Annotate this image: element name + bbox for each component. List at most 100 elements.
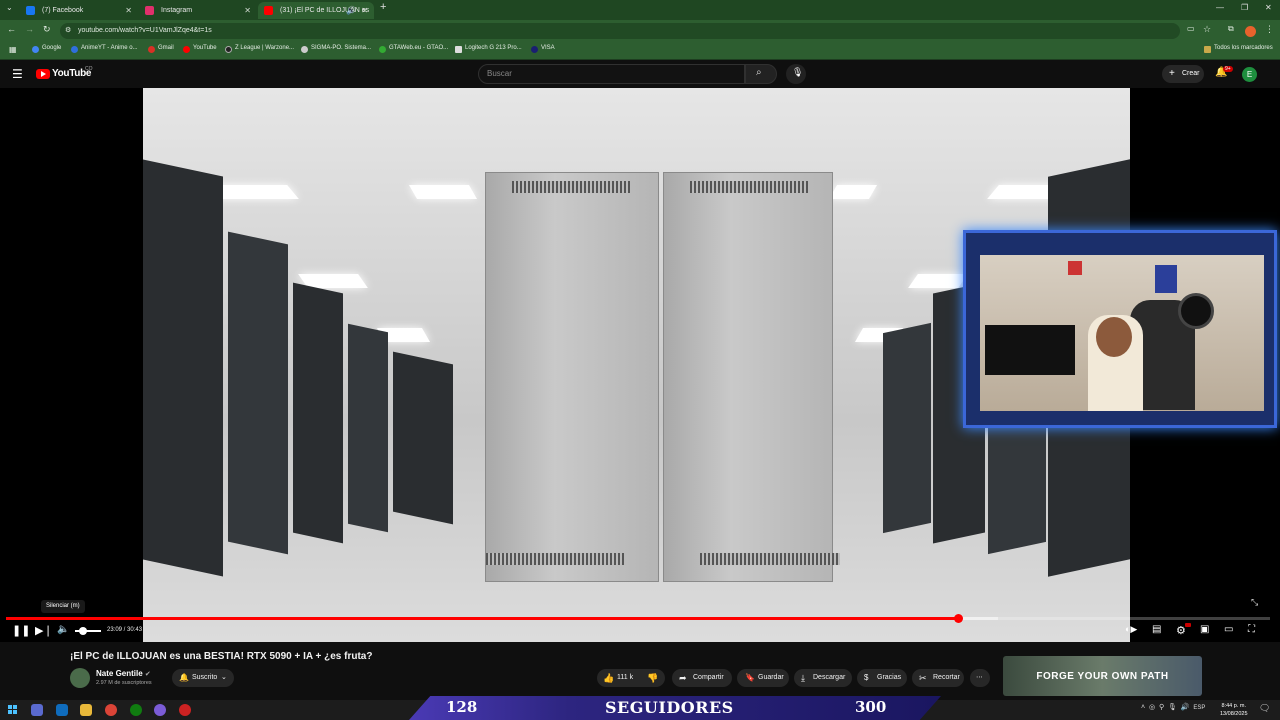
bookmark-zleague[interactable]: Z League | Warzone... bbox=[225, 45, 294, 53]
usb-icon[interactable]: ⚲ bbox=[1159, 704, 1164, 711]
channel-name[interactable]: Nate Gentile ✔ bbox=[96, 669, 151, 678]
subtitles-icon[interactable]: ▤ bbox=[1152, 624, 1161, 635]
chrome-icon[interactable] bbox=[105, 704, 117, 716]
more-actions-button[interactable]: ⋯ bbox=[970, 669, 990, 687]
game-launcher-icon[interactable] bbox=[179, 704, 191, 716]
tray-chevron-icon[interactable]: ˄ bbox=[1141, 704, 1145, 711]
person-head bbox=[1096, 317, 1132, 357]
windows-start-icon[interactable] bbox=[7, 704, 19, 716]
sidebar-ad-banner[interactable]: FORGE YOUR OWN PATH bbox=[1003, 656, 1202, 696]
save-button[interactable]: 🔖 Guardar bbox=[737, 669, 789, 687]
progress-scrubber[interactable] bbox=[953, 614, 963, 623]
close-icon[interactable]: ✕ bbox=[361, 2, 368, 19]
tab-youtube[interactable]: (31) ¡El PC de ILLOJUAN es 🔊 ✕ bbox=[258, 2, 374, 19]
bookmark-visa[interactable]: VISA bbox=[531, 45, 555, 53]
thumbs-down-icon[interactable]: 👎 bbox=[647, 669, 658, 687]
outlook-icon[interactable] bbox=[56, 704, 68, 716]
progress-buffered bbox=[957, 617, 999, 620]
back-icon[interactable]: ← bbox=[7, 24, 16, 34]
calendar-app-icon[interactable] bbox=[31, 704, 43, 716]
autoplay-toggle[interactable]: ◐▶ bbox=[1125, 624, 1137, 635]
all-bookmarks[interactable]: Todos los marcadores bbox=[1204, 45, 1273, 53]
close-icon[interactable]: ✕ bbox=[244, 2, 251, 19]
bookmark-star-icon[interactable]: ☆ bbox=[1203, 24, 1211, 35]
hamburger-menu-icon[interactable]: ☰ bbox=[12, 67, 23, 81]
bookmark-sigma[interactable]: SIGMA-PO. Sistema... bbox=[301, 45, 371, 53]
server-rack-left bbox=[348, 323, 388, 533]
start-tile bbox=[13, 710, 17, 714]
create-button[interactable]: + Crear bbox=[1162, 65, 1204, 83]
clock-time: 8:44 p. m. bbox=[1221, 703, 1246, 709]
fullscreen-icon[interactable]: ⛶ bbox=[1248, 624, 1255, 635]
volume-slider[interactable] bbox=[75, 627, 101, 635]
new-tab-button[interactable]: + bbox=[380, 1, 386, 13]
notification-center-icon[interactable]: 🗨 bbox=[1259, 703, 1270, 714]
gmail-icon bbox=[148, 46, 155, 53]
progress-bar[interactable] bbox=[6, 614, 1270, 623]
forward-icon[interactable]: → bbox=[25, 24, 34, 34]
maximize-icon[interactable]: ❐ bbox=[1241, 3, 1248, 12]
share-icon: ➦ bbox=[679, 673, 687, 683]
ceiling-light bbox=[408, 185, 478, 199]
bookmark-label: Gmail bbox=[158, 45, 174, 51]
bookmark-gtaweb[interactable]: GTAWeb.eu - GTAO... bbox=[379, 45, 449, 53]
bookmark-animeyt[interactable]: AnimeYT - Anime o... bbox=[71, 45, 138, 53]
search-button[interactable]: ⌕ bbox=[745, 64, 777, 84]
webcam-feed bbox=[980, 255, 1264, 411]
voice-search-button[interactable]: 🎙 bbox=[786, 64, 806, 84]
file-explorer-icon[interactable] bbox=[80, 704, 92, 716]
bookmark-label: GTAWeb.eu - GTAO... bbox=[389, 45, 449, 51]
address-bar[interactable]: ⚙ youtube.com/watch?v=U1VamJlZqe4&t=1s bbox=[60, 23, 1180, 39]
extensions-icon[interactable]: ⧉ bbox=[1228, 24, 1234, 34]
thumbs-up-icon[interactable]: 👍 bbox=[603, 669, 614, 687]
bookmark-google[interactable]: Google bbox=[32, 45, 61, 53]
desk-fan bbox=[1178, 293, 1214, 329]
microphone-tray-icon[interactable]: 🎙 bbox=[1168, 704, 1177, 711]
close-window-icon[interactable]: ✕ bbox=[1265, 3, 1272, 12]
youtube-logo-icon[interactable] bbox=[36, 69, 50, 79]
site-info-icon[interactable]: ⚙ bbox=[65, 23, 71, 39]
next-video-icon[interactable]: ▶❘ bbox=[35, 624, 53, 637]
hd-badge bbox=[1185, 623, 1191, 627]
clip-button[interactable]: ✂ Recortar bbox=[912, 669, 964, 687]
vent-grille bbox=[486, 553, 626, 565]
language-indicator[interactable]: ESP bbox=[1193, 705, 1205, 711]
chat-app-icon[interactable] bbox=[154, 704, 166, 716]
minimize-icon[interactable]: — bbox=[1216, 3, 1224, 12]
download-button[interactable]: ⤓ Descargar bbox=[794, 669, 852, 687]
thanks-button[interactable]: $ Gracias bbox=[857, 669, 907, 687]
apps-grid-icon[interactable]: ▦ bbox=[9, 45, 17, 54]
taskbar-clock[interactable]: 8:44 p. m. 13/08/2025 bbox=[1220, 702, 1248, 718]
speaker-icon[interactable]: 🔊 bbox=[346, 2, 356, 19]
tab-facebook[interactable]: (7) Facebook ✕ bbox=[20, 2, 138, 19]
close-icon[interactable]: ✕ bbox=[125, 2, 132, 19]
pause-icon[interactable]: ❚❚ bbox=[12, 624, 30, 637]
bookmark-label: VISA bbox=[541, 45, 555, 51]
miniplayer-icon[interactable]: ▣ bbox=[1200, 624, 1209, 635]
profile-avatar[interactable] bbox=[1245, 26, 1256, 37]
like-count[interactable]: 111 k bbox=[617, 674, 633, 681]
install-icon[interactable]: ▭ bbox=[1187, 24, 1195, 33]
tab-search-icon[interactable]: ⌄ bbox=[6, 3, 13, 12]
channel-avatar[interactable] bbox=[70, 668, 90, 688]
subscribed-button[interactable]: 🔔 Suscrito ⌄ bbox=[172, 669, 234, 687]
bookmark-logitech[interactable]: Logitech G 213 Pro... bbox=[455, 45, 522, 53]
search-input[interactable]: Buscar bbox=[478, 64, 745, 84]
volume-icon[interactable]: 🔈 bbox=[57, 624, 69, 635]
bookmark-youtube[interactable]: YouTube bbox=[183, 45, 217, 53]
chevron-down-icon: ⌄ bbox=[221, 674, 227, 681]
follower-goal: 300 bbox=[855, 698, 887, 716]
xbox-icon[interactable] bbox=[130, 704, 142, 716]
volume-knob[interactable] bbox=[79, 627, 87, 635]
user-avatar[interactable]: E bbox=[1242, 67, 1257, 82]
download-icon: ⤓ bbox=[801, 673, 805, 683]
ambient-mode-icon[interactable]: ⤡ bbox=[1251, 597, 1258, 608]
reload-icon[interactable]: ↻ bbox=[43, 24, 51, 35]
volume-tray-icon[interactable]: 🔊 bbox=[1181, 704, 1190, 711]
network-icon[interactable]: ◎ bbox=[1149, 704, 1155, 711]
browser-menu-icon[interactable]: ⋮ bbox=[1265, 24, 1274, 35]
bookmark-gmail[interactable]: Gmail bbox=[148, 45, 174, 53]
tab-instagram[interactable]: Instagram ✕ bbox=[139, 2, 257, 19]
theater-mode-icon[interactable]: ▭ bbox=[1224, 624, 1233, 635]
share-button[interactable]: ➦ Compartir bbox=[672, 669, 732, 687]
